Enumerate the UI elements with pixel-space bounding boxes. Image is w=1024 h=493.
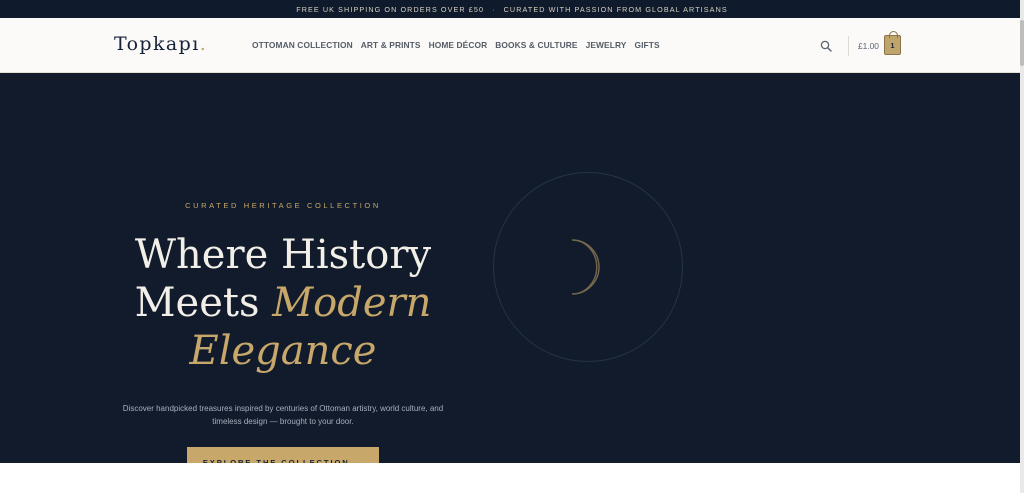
hero-description: Discover handpicked treasures inspired b… [122,404,444,426]
headline-line-3: Elegance [0,327,566,375]
hero-section: CURATED HERITAGE COLLECTION Where Histor… [0,73,1020,478]
page-scrollbar[interactable] [1020,0,1024,493]
cart-bag-icon[interactable]: 1 [884,31,901,55]
headline-line-1: Where History [134,232,432,278]
search-icon[interactable] [820,40,832,52]
headline-accent-modern: Modern [272,280,432,326]
hero-headline: Where History Meets Modern Elegance [0,231,566,375]
site-header: Topkapı. OTTOMAN COLLECTION ART & PRINTS… [0,18,1020,73]
headline-line-2: Meets Modern [134,280,432,326]
announcement-separator: · [492,4,496,14]
site-logo[interactable]: Topkapı. [114,33,207,55]
nav-item-home-decor[interactable]: HOME DÉCOR [429,40,488,50]
announcement-bar: FREE UK SHIPPING ON ORDERS OVER £50 · CU… [0,0,1024,18]
hero-eyebrow: CURATED HERITAGE COLLECTION [185,201,381,210]
next-section-edge [0,463,1020,493]
nav-item-gifts[interactable]: GIFTS [634,40,659,50]
announcement-shipping: FREE UK SHIPPING ON ORDERS OVER £50 [296,4,485,14]
headline-accent-elegance: Elegance [189,328,377,374]
nav-item-jewelry[interactable]: JEWELRY [586,40,627,50]
main-nav: OTTOMAN COLLECTION ART & PRINTS HOME DÉC… [252,40,660,50]
nav-item-ottoman-collection[interactable]: OTTOMAN COLLECTION [252,40,353,50]
crescent-moon-icon [571,239,600,295]
header-divider [848,36,849,56]
cart-total[interactable]: £1.00 [858,41,879,51]
nav-item-books-culture[interactable]: BOOKS & CULTURE [495,40,577,50]
cart-count-badge: 1 [890,40,895,50]
nav-item-art-prints[interactable]: ART & PRINTS [361,40,421,50]
announcement-artisans: CURATED WITH PASSION FROM GLOBAL ARTISAN… [503,4,728,14]
scrollbar-thumb[interactable] [1020,20,1024,66]
